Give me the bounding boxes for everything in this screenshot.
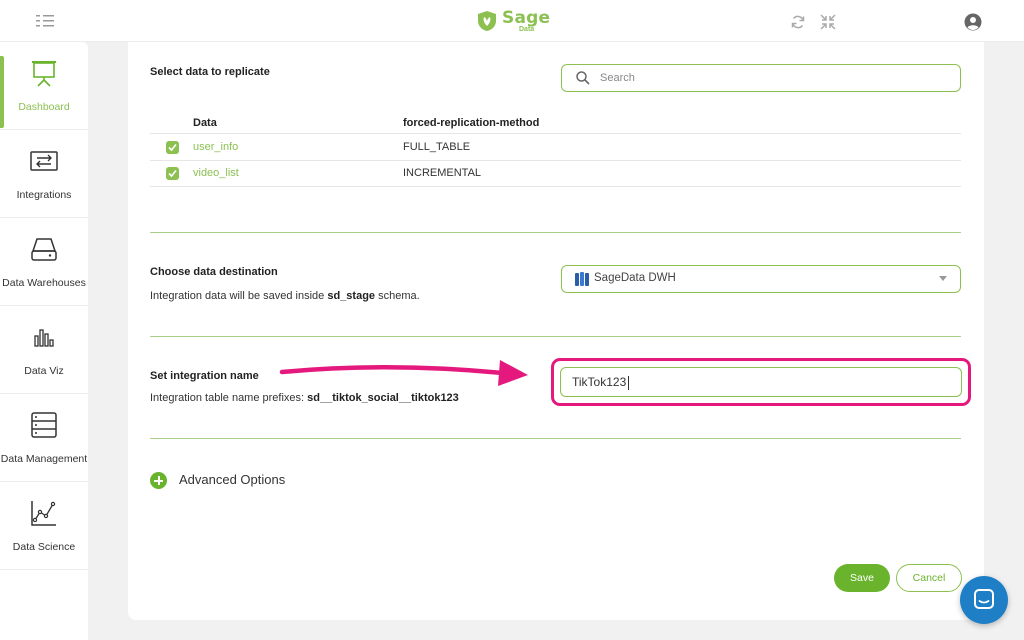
sidebar-item-integrations[interactable]: Integrations (0, 130, 88, 218)
row-checkbox[interactable] (166, 141, 179, 154)
database-icon (575, 272, 589, 286)
table-prefix-value: sd__tiktok_social__tiktok123 (307, 392, 459, 404)
search-box[interactable] (561, 64, 961, 92)
sidebar-item-label: Data Viz (24, 365, 64, 377)
sidebar-item-data-science[interactable]: Data Science (0, 482, 88, 570)
bar-chart-icon (34, 329, 54, 347)
table-header: Data forced-replication-method (150, 114, 961, 134)
sidebar-item-label: Data Warehouses (2, 277, 86, 289)
chat-launcher-button[interactable] (960, 576, 1008, 624)
advanced-options-label: Advanced Options (179, 472, 286, 487)
integration-name-input[interactable]: TikTok123 (560, 367, 962, 397)
destination-description: Integration data will be saved inside sd… (150, 290, 420, 302)
prefix-desc-label: Integration table name prefixes: (150, 392, 308, 404)
table-row: video_list INCREMENTAL (150, 161, 961, 187)
sidebar-item-label: Data Science (12, 541, 76, 553)
chat-icon (974, 589, 994, 609)
menu-collapse-icon[interactable] (36, 14, 54, 28)
search-icon (576, 71, 590, 85)
column-header-method: forced-replication-method (403, 117, 540, 129)
presentation-board-icon (32, 61, 56, 87)
annotation-arrow-icon (279, 360, 528, 386)
sidebar-item-dashboard[interactable]: Dashboard (0, 42, 88, 130)
text-cursor (628, 376, 629, 390)
logo-subtext: Data (519, 26, 535, 33)
sidebar-item-data-viz[interactable]: Data Viz (0, 306, 88, 394)
checkmark-icon (168, 169, 177, 178)
integration-name-value: TikTok123 (572, 375, 627, 389)
destination-desc-prefix: Integration data will be saved inside (150, 290, 328, 302)
arrows-exchange-icon (30, 151, 58, 171)
integration-name-section-title: Set integration name (150, 370, 259, 382)
row-method: FULL_TABLE (403, 141, 471, 153)
collapse-screen-icon[interactable] (820, 14, 836, 30)
search-input[interactable] (600, 69, 940, 87)
integration-name-description: Integration table name prefixes: sd__tik… (150, 392, 459, 404)
user-avatar-icon[interactable] (964, 13, 982, 31)
sidebar-item-data-warehouses[interactable]: Data Warehouses (0, 218, 88, 306)
refresh-icon[interactable] (790, 14, 806, 30)
column-header-data: Data (193, 117, 217, 129)
sidebar-item-label: Data Management (0, 453, 88, 465)
section-divider (150, 336, 961, 337)
hard-drive-icon (31, 238, 57, 261)
table-row: user_info FULL_TABLE (150, 135, 961, 161)
chevron-down-icon (939, 276, 947, 281)
row-checkbox[interactable] (166, 167, 179, 180)
top-bar: Sage Data (0, 0, 1024, 42)
sidebar: Dashboard Integrations Data Warehouses D… (0, 42, 88, 640)
schema-name: sd_stage (327, 290, 376, 302)
sidebar-item-data-management[interactable]: Data Management (0, 394, 88, 482)
integration-settings-panel: Select data to replicate Data forced-rep… (128, 42, 984, 620)
sagedata-logo[interactable]: Sage Data (477, 8, 557, 34)
save-button[interactable]: Save (834, 564, 890, 592)
destination-desc-suffix: schema. (375, 290, 420, 302)
section-divider (150, 438, 961, 439)
replicate-section-title: Select data to replicate (150, 66, 270, 78)
checkmark-icon (168, 143, 177, 152)
row-data-name[interactable]: user_info (193, 141, 238, 153)
destination-select[interactable]: SageData DWH (561, 265, 961, 293)
line-chart-icon (31, 501, 56, 526)
server-rack-icon (31, 412, 57, 438)
sidebar-item-label: Integrations (16, 189, 72, 201)
section-divider (150, 232, 961, 233)
row-data-name[interactable]: video_list (193, 167, 239, 179)
sidebar-item-label: Dashboard (18, 101, 70, 113)
logo-shield-icon (478, 11, 496, 31)
row-method: INCREMENTAL (403, 167, 482, 179)
logo-text: Sage (502, 8, 551, 28)
cancel-button[interactable]: Cancel (896, 564, 962, 592)
destination-selected-value: SageData DWH (594, 272, 676, 284)
plus-circle-icon (150, 472, 167, 489)
destination-section-title: Choose data destination (150, 266, 278, 278)
